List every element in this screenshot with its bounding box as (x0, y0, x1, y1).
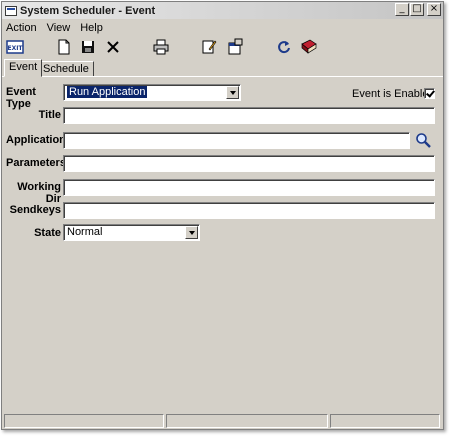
status-panel-2 (166, 414, 328, 428)
title-input[interactable] (63, 107, 435, 124)
help-book-icon (301, 39, 317, 54)
edit-icon (202, 40, 217, 54)
menu-view[interactable]: View (47, 22, 71, 34)
working-dir-label: Working Dir (17, 181, 61, 205)
browse-button[interactable] (414, 131, 432, 149)
menu-help[interactable]: Help (80, 22, 103, 34)
save-button[interactable] (79, 38, 97, 56)
application-input[interactable] (63, 132, 410, 149)
application-label: Application (6, 134, 66, 146)
state-select[interactable]: Normal (63, 224, 200, 241)
print-icon (153, 39, 169, 55)
status-panel-3 (330, 414, 440, 428)
status-bar (2, 413, 443, 429)
tab-schedule[interactable]: Schedule (38, 61, 94, 77)
event-type-select[interactable]: Run Application (63, 84, 241, 101)
parameters-input[interactable] (63, 155, 435, 172)
print-button[interactable] (152, 38, 170, 56)
menu-action[interactable]: Action (6, 22, 37, 34)
window-title: System Scheduler - Event (20, 4, 156, 17)
state-value: Normal (67, 226, 103, 238)
title-bar[interactable]: System Scheduler - Event _ □ × (2, 2, 443, 19)
properties-icon (228, 38, 243, 55)
title-label: Title (38, 109, 61, 121)
app-icon (5, 5, 17, 16)
sendkeys-label: Sendkeys (9, 204, 61, 216)
properties-button[interactable] (226, 38, 244, 56)
event-window: System Scheduler - Event _ □ × Action Vi… (1, 1, 444, 430)
delete-icon (107, 41, 119, 53)
toolbar: EXIT (2, 36, 443, 58)
close-button[interactable]: × (427, 3, 441, 16)
save-icon (82, 41, 94, 53)
tab-divider (2, 76, 443, 77)
window-controls: _ □ × (394, 3, 441, 16)
search-icon (416, 133, 431, 148)
tab-event[interactable]: Event (4, 59, 43, 77)
maximize-button[interactable]: □ (410, 3, 424, 16)
exit-label: EXIT (7, 45, 23, 52)
event-enabled-checkbox[interactable] (424, 88, 435, 99)
event-type-label: Event Type (6, 86, 36, 110)
working-dir-input[interactable] (63, 179, 435, 196)
new-icon (58, 39, 70, 55)
minimize-button[interactable]: _ (395, 3, 409, 16)
event-type-value: Run Application (67, 86, 148, 98)
sendkeys-input[interactable] (63, 202, 435, 219)
tab-strip: Event Schedule (2, 59, 443, 77)
parameters-label: Parameters (6, 157, 66, 169)
state-dropdown-icon[interactable] (185, 226, 198, 239)
new-button[interactable] (55, 38, 73, 56)
menu-bar: Action View Help (2, 19, 443, 36)
status-panel-1 (4, 414, 164, 428)
event-enabled-label: Event is Enabled (352, 88, 435, 100)
edit-button[interactable] (200, 38, 218, 56)
exit-button[interactable]: EXIT (6, 38, 24, 56)
delete-button[interactable] (104, 38, 122, 56)
event-type-dropdown-icon[interactable] (226, 86, 239, 99)
exit-icon: EXIT (6, 40, 24, 54)
refresh-button[interactable] (275, 38, 293, 56)
refresh-icon (278, 41, 290, 54)
state-label: State (34, 227, 61, 239)
help-book-button[interactable] (300, 38, 318, 56)
